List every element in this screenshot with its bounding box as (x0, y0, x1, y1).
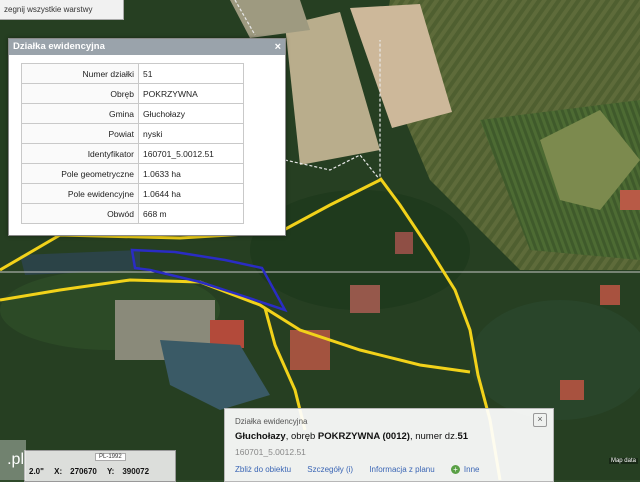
popup-precinct: POKRZYWNA (0012) (317, 431, 410, 442)
table-row: Pole ewidencyjne 1.0644 ha (21, 183, 244, 204)
attr-key: Numer działki (21, 63, 139, 84)
parcel-window-title: Działka ewidencyjna (13, 41, 105, 52)
site-watermark: .pl (0, 440, 26, 480)
parcel-info-window: Działka ewidencyjna × Numer działki 51 Ob… (8, 38, 286, 236)
popup-identifier: 160701_5.0012.51 (235, 447, 306, 457)
table-row: Obręb POKRZYWNA (21, 83, 244, 104)
building-roof (560, 380, 584, 400)
table-row: Powiat nyski (21, 123, 244, 144)
parcel-popup: Działka ewidencyjna × Głuchołazy, obręb … (224, 408, 554, 482)
coordinate-system-select[interactable]: PL-1992 (95, 453, 126, 461)
zoom-to-object-link[interactable]: Zbliż do obiektu (235, 465, 291, 474)
coordinate-bar: PL-1992 2.0" X: 270670 Y: 390072 (24, 450, 176, 482)
table-row: Obwód 668 m (21, 203, 244, 224)
table-row: Pole geometryczne 1.0633 ha (21, 163, 244, 184)
popup-title: Działka ewidencyjna (235, 417, 308, 426)
popup-links: Zbliż do obiektu Szczegóły (i) Informacj… (235, 465, 507, 474)
building-roof (600, 285, 620, 305)
attr-key: Obręb (21, 83, 139, 104)
more-link[interactable]: + Inne (450, 465, 494, 474)
table-row: Identyfikator 160701_5.0012.51 (21, 143, 244, 164)
popup-number: 51 (457, 431, 469, 442)
coord-prefix: 2.0" (29, 467, 44, 476)
plus-icon: + (450, 465, 460, 474)
attr-key: Obwód (21, 203, 139, 224)
popup-precinct-prefix: , obręb (285, 431, 318, 442)
close-icon[interactable]: × (533, 413, 547, 427)
attr-value: Głuchołazy (138, 103, 244, 124)
popup-number-prefix: , numer dz. (409, 431, 458, 442)
map-credit: Map data (608, 458, 638, 464)
attr-value: 668 m (138, 203, 244, 224)
parcel-attributes-table: Numer działki 51 Obręb POKRZYWNA Gmina Głuc… (21, 63, 244, 224)
more-link-label: Inne (463, 465, 480, 474)
close-icon[interactable]: × (275, 39, 281, 55)
details-link[interactable]: Szczegóły (i) (307, 465, 353, 474)
toolbar-hint: zegnij wszystkie warstwy (4, 5, 93, 14)
parcel-window-header[interactable]: Działka ewidencyjna × (9, 39, 285, 55)
attr-key: Pole geometryczne (21, 163, 139, 184)
coord-y-label: Y: (106, 467, 115, 476)
plan-info-link[interactable]: Informacja z planu (369, 465, 434, 474)
popup-description: Głuchołazy, obręb POKRZYWNA (0012), nume… (235, 431, 468, 442)
attr-value: 160701_5.0012.51 (138, 143, 244, 164)
coord-x-value: 270670 (70, 467, 97, 476)
attr-value: POKRZYWNA (138, 83, 244, 104)
building-roof (290, 330, 330, 370)
building-roof (620, 190, 640, 210)
building-roof (350, 285, 380, 313)
attr-value: nyski (138, 123, 244, 144)
table-row: Gmina Głuchołazy (21, 103, 244, 124)
coordinate-readout: 2.0" X: 270670 Y: 390072 (29, 467, 157, 476)
building-roof (395, 232, 413, 254)
attr-key: Gmina (21, 103, 139, 124)
popup-place: Głuchołazy (235, 431, 286, 442)
attr-value: 51 (138, 63, 244, 84)
layers-toolbar[interactable]: zegnij wszystkie warstwy (0, 0, 124, 20)
coord-y-value: 390072 (122, 467, 150, 476)
table-row: Numer działki 51 (21, 63, 244, 84)
attr-key: Identyfikator (21, 143, 139, 164)
attr-value: 1.0644 ha (138, 183, 244, 204)
attr-key: Powiat (21, 123, 139, 144)
coord-x-label: X: (54, 467, 63, 476)
attr-key: Pole ewidencyjne (21, 183, 139, 204)
attr-value: 1.0633 ha (138, 163, 244, 184)
